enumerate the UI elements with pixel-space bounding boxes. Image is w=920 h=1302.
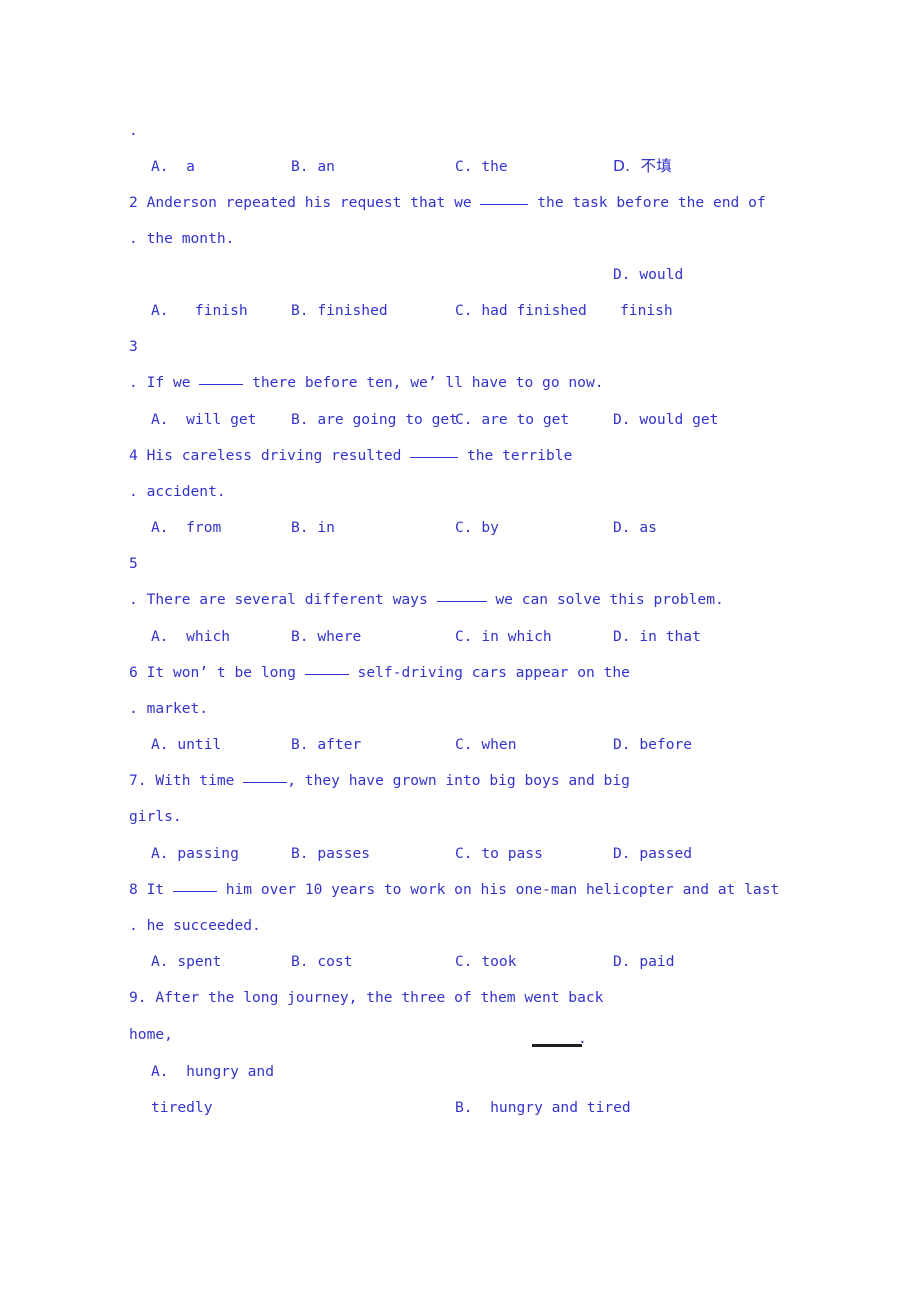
q9-answer-rule[interactable] [532, 1044, 582, 1047]
q1-option-a[interactable]: A. a [151, 158, 195, 176]
q2-option-d-wrap[interactable]: finish [620, 302, 673, 320]
q9-stem-line1: 9. After the long journey, the three of … [129, 989, 604, 1006]
q2-option-a[interactable]: A. finish [151, 302, 248, 320]
q9-option-a-line2[interactable]: tiredly [151, 1099, 213, 1117]
q5-stem: . There are several different ways we ca… [129, 591, 724, 609]
q4-option-b[interactable]: B. in [291, 519, 335, 537]
q3-stem: . If we there before ten, we’ ll have to… [129, 374, 604, 392]
q1-option-b[interactable]: B. an [291, 158, 335, 176]
q5-stem-tail: we can solve this problem. [486, 591, 724, 608]
orphan-period: . [129, 122, 138, 139]
q3-option-b[interactable]: B. are going to get [291, 411, 458, 429]
q4-stem-line2-text: accident. [146, 483, 226, 500]
q8-option-a[interactable]: A. spent [151, 953, 221, 971]
q6-option-d[interactable]: D. before [613, 736, 692, 754]
q4-stem-tail: the terrible [458, 447, 573, 464]
q5-number: 5 [129, 555, 138, 572]
q5-stem-text: There are several different ways [146, 591, 437, 608]
q8-stem-tail: him over 10 years to work on his one-man… [216, 881, 780, 898]
q4-blank[interactable] [410, 457, 459, 458]
q2-option-b[interactable]: B. finished [291, 302, 388, 320]
q3-stem-tail: there before ten, we’ ll have to go now. [243, 374, 604, 391]
q4-option-a[interactable]: A. from [151, 519, 221, 537]
q1-option-c[interactable]: C. the [455, 158, 508, 176]
q4-stem-line1: 4 His careless driving resulted the terr… [129, 447, 572, 465]
q6-stem-line1: 6 It won’ t be long self-driving cars ap… [129, 664, 630, 682]
q6-option-a[interactable]: A. until [151, 736, 221, 754]
q5-blank[interactable] [436, 601, 487, 602]
q4-stem-line2: . accident. [129, 483, 226, 501]
q3-stem-text: If we [146, 374, 200, 391]
q6-option-b[interactable]: B. after [291, 736, 361, 754]
q6-stem-line2: . market. [129, 700, 208, 718]
q2-option-c[interactable]: C. had finished [455, 302, 587, 320]
q2-stem-line2: . the month. [129, 230, 234, 248]
q2-stem-tail: the task before the end of [528, 194, 766, 211]
q7-stem-tail: , they have grown into big boys and big [287, 772, 630, 789]
q6-stem-text: It won’ t be long [146, 664, 305, 681]
q8-stem-line1: 8 It him over 10 years to work on his on… [129, 881, 779, 899]
q7-option-d[interactable]: D. passed [613, 845, 692, 863]
q4-option-c[interactable]: C. by [455, 519, 499, 537]
q4-stem-text: His careless driving resulted [146, 447, 411, 464]
q6-stem-tail: self-driving cars appear on the [348, 664, 630, 681]
q7-option-a[interactable]: A. passing [151, 845, 239, 863]
q5-option-c[interactable]: C. in which [455, 628, 552, 646]
q4-number: 4 [129, 447, 138, 464]
q6-blank[interactable] [304, 674, 349, 675]
q4-number-period: . [129, 483, 138, 500]
q2-number: 2 [129, 194, 138, 211]
q9-option-b[interactable]: B. hungry and tired [455, 1099, 631, 1117]
q8-blank[interactable] [172, 891, 217, 892]
q2-number-period: . [129, 230, 138, 247]
q6-number-period: . [129, 700, 138, 717]
q7-stem-line1: 7. With time , they have grown into big … [129, 772, 630, 790]
q4-option-d[interactable]: D. as [613, 519, 657, 537]
q3-blank[interactable] [199, 384, 244, 385]
q3-number-period: . [129, 374, 138, 391]
q8-option-d[interactable]: D. paid [613, 953, 675, 971]
q5-number-period: . [129, 591, 138, 608]
q3-option-c[interactable]: C. are to get [455, 411, 569, 429]
q5-option-b[interactable]: B. where [291, 628, 361, 646]
q7-option-c[interactable]: C. to pass [455, 845, 543, 863]
q7-stem-line2: girls. [129, 808, 182, 825]
q2-stem-line1: 2 Anderson repeated his request that we … [129, 194, 766, 212]
q2-blank[interactable] [480, 204, 529, 205]
q8-number-period: . [129, 917, 138, 934]
q2-stem-line2-text: the month. [146, 230, 235, 247]
q3-number: 3 [129, 338, 138, 355]
q8-option-c[interactable]: C. took [455, 953, 517, 971]
q1-option-d[interactable]: D. 不填 [613, 157, 672, 175]
q6-stem-line2-text: market. [146, 700, 209, 717]
q5-option-a[interactable]: A. which [151, 628, 230, 646]
q7-option-b[interactable]: B. passes [291, 845, 370, 863]
q9-stem-line2: home, [129, 1026, 173, 1043]
q7-stem-text: 7. With time [129, 772, 244, 789]
q5-option-d[interactable]: D. in that [613, 628, 701, 646]
q8-stem-text: It [146, 881, 173, 898]
q7-blank[interactable] [243, 782, 288, 783]
q8-stem-line2: . he succeeded. [129, 917, 261, 935]
q3-option-a[interactable]: A. will get [151, 411, 256, 429]
q2-option-d-float[interactable]: D. would [613, 266, 683, 284]
q8-option-b[interactable]: B. cost [291, 953, 353, 971]
q9-option-a-line1[interactable]: A. hungry and [151, 1063, 274, 1081]
q6-option-c[interactable]: C. when [455, 736, 517, 754]
q2-stem-text: Anderson repeated his request that we [146, 194, 481, 211]
q8-number: 8 [129, 881, 138, 898]
q8-stem-line2-text: he succeeded. [146, 917, 261, 934]
q6-number: 6 [129, 664, 138, 681]
q3-option-d[interactable]: D. would get [613, 411, 718, 429]
